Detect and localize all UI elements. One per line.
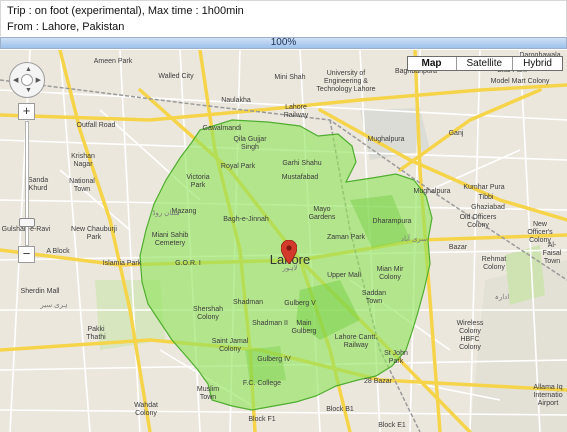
map-label-rehmat-colony: Rehmat Colony: [481, 256, 507, 271]
pan-control-icon[interactable]: ▲ ▼ ◀ ▶: [9, 62, 45, 98]
map-canvas[interactable]: Ameen Park Walled City Mini Shah Univers…: [0, 50, 567, 432]
pan-center: [21, 74, 33, 86]
map-label-new-chauburji: New Chauburji Park: [71, 226, 117, 241]
pan-down-arrow[interactable]: ▼: [25, 87, 32, 94]
map-label-saddan-town: Saddan Town: [361, 290, 387, 305]
map-label-mughalpura: Mughalpura: [367, 136, 405, 143]
map-label-urdu-4: سری آباد: [400, 236, 428, 243]
map-label-bazar: Bazar: [448, 244, 468, 251]
map-label-gawalmandi: Gawalmandi: [202, 125, 242, 132]
map-label-shadman-ii: Shadman II: [252, 320, 288, 327]
map-label-miani-sahib: Miani Sahib Cemetery: [151, 232, 189, 247]
map-label-kumhar-pura: Kumhar Pura: [463, 184, 505, 191]
map-label-mini-shah: Mini Shah: [274, 74, 306, 81]
map-label-wahdat-colony: Wahdat Colony: [134, 402, 158, 417]
map-label-model-mart: Model Mart Colony: [490, 78, 550, 85]
zoom-slider-track[interactable]: [25, 121, 29, 246]
map-label-mustafabad: Mustafabad: [281, 174, 319, 181]
map-label-wireless-colony: Wireless Colony: [456, 320, 484, 335]
map-label-muslim-town: Muslim Town: [196, 386, 220, 401]
map-label-urdu-2: ہری سیر: [40, 302, 68, 309]
map-label-islamia-park: Islamia Park: [102, 260, 142, 267]
map-label-gulberg-iv: Gulberg IV: [257, 356, 291, 363]
zoom-out-button[interactable]: −: [18, 246, 35, 263]
progress-bar: 100%: [0, 37, 567, 49]
map-label-block-f1: Block F1: [248, 416, 276, 423]
trip-origin: From : Lahore, Pakistan: [7, 21, 125, 33]
map-type-hybrid-button[interactable]: Hybrid: [512, 57, 562, 70]
map-label-outfall-road: Outfall Road: [76, 122, 116, 129]
zoom-in-button[interactable]: +: [18, 103, 35, 120]
zoom-slider-handle[interactable]: [19, 218, 35, 227]
map-label-mughalpura-2: Mughalpura: [413, 188, 451, 195]
map-label-lahore-cantt: Lahore Cantt. Railway: [334, 334, 378, 349]
trip-info-panel: Trip : on foot (experimental), Max time …: [0, 0, 567, 36]
map-marker-icon[interactable]: [281, 240, 297, 264]
map-label-urdu-3: ملتان روڈ: [152, 210, 180, 217]
map-label-dharampura: Dharampura: [372, 218, 412, 225]
map-label-urdu-lahore: لاہور: [282, 265, 298, 272]
trip-summary: Trip : on foot (experimental), Max time …: [7, 5, 244, 17]
map-label-gor: G.O.R. I: [175, 260, 201, 267]
map-label-gulberg-v: Gulberg V: [284, 300, 316, 307]
map-type-satellite-button[interactable]: Satellite: [455, 57, 513, 70]
map-label-block-b1: Block B1: [326, 406, 354, 413]
map-label-block-e1: Block E1: [378, 422, 406, 429]
pan-left-arrow[interactable]: ◀: [13, 77, 18, 84]
map-label-st-john-park: St John Park: [384, 350, 408, 365]
map-label-university: University of Engineering & Technology L…: [316, 70, 376, 93]
map-label-lahore-railway: Lahore Railway: [283, 104, 309, 119]
map-label-saint-jamal: Saint Jamal Colony: [211, 338, 249, 353]
map-label-pakki-thathi: Pakki Thathi: [86, 326, 106, 341]
map-label-old-officers: Old Officers Colony: [459, 214, 497, 229]
map-label-naulakha: Naulakha: [221, 97, 251, 104]
map-label-upper-mall: Upper Mall: [327, 272, 361, 279]
map-label-tibbi: Tibbi: [478, 194, 494, 201]
map-label-walled-city: Walled City: [158, 73, 194, 80]
map-label-fc-college: F.C. College: [242, 380, 282, 387]
map-type-map-button[interactable]: Map: [408, 57, 456, 70]
map-label-mian-mir: Mian Mir Colony: [376, 266, 404, 281]
map-label-royal-park: Royal Park: [220, 163, 256, 170]
map-label-hbfc: HBFC Colony: [459, 336, 481, 351]
map-label-bagh-e-jinnah: Bagh-e-Jinnah: [223, 216, 269, 223]
progress-label: 100%: [270, 37, 297, 48]
map-label-victoria-park: Victoria Park: [186, 174, 210, 189]
map-label-al-faisal: Al-Faisal Town: [542, 242, 562, 265]
map-label-mayo-gardens: Mayo Gardens: [308, 206, 336, 221]
map-label-national-town: National Town: [69, 178, 95, 193]
map-label-a-block: A Block: [46, 248, 70, 255]
map-label-sanda-khurd: Sanda Khurd: [27, 177, 49, 192]
map-label-krishan-nagar: Krishan Nagar: [71, 153, 95, 168]
map-label-sheshah-colony: Shershah Colony: [193, 306, 223, 321]
map-label-garhi-shahu: Garhi Shahu: [282, 160, 322, 167]
park-area-east: [505, 245, 545, 305]
map-label-ghaziabad: Ghaziabad: [471, 204, 505, 211]
map-label-allama-iqbal-airport: Allama Iq Internatio Airport: [533, 384, 563, 407]
map-label-shadman: Shadman: [233, 299, 263, 306]
pan-right-arrow[interactable]: ▶: [36, 77, 41, 84]
map-type-control: Map Satellite Hybrid: [406, 56, 563, 71]
map-label-qila-gujjar: Qila Gujjar Singh: [233, 136, 267, 151]
map-label-urdu-5: ادارہ: [494, 294, 510, 301]
pan-up-arrow[interactable]: ▲: [25, 66, 32, 73]
map-label-zaman-park: Zaman Park: [326, 234, 366, 241]
isochrone-patch-3: [245, 346, 286, 384]
map-label-sherdin-mall: Sherdin Mall: [20, 288, 60, 295]
map-label-28-bazar: 28 Bazar: [363, 378, 393, 385]
map-label-ameen-park: Ameen Park: [93, 58, 133, 65]
map-label-main-gulberg: Main Gulberg: [291, 320, 317, 335]
map-label-ganj: Ganj: [448, 130, 464, 137]
